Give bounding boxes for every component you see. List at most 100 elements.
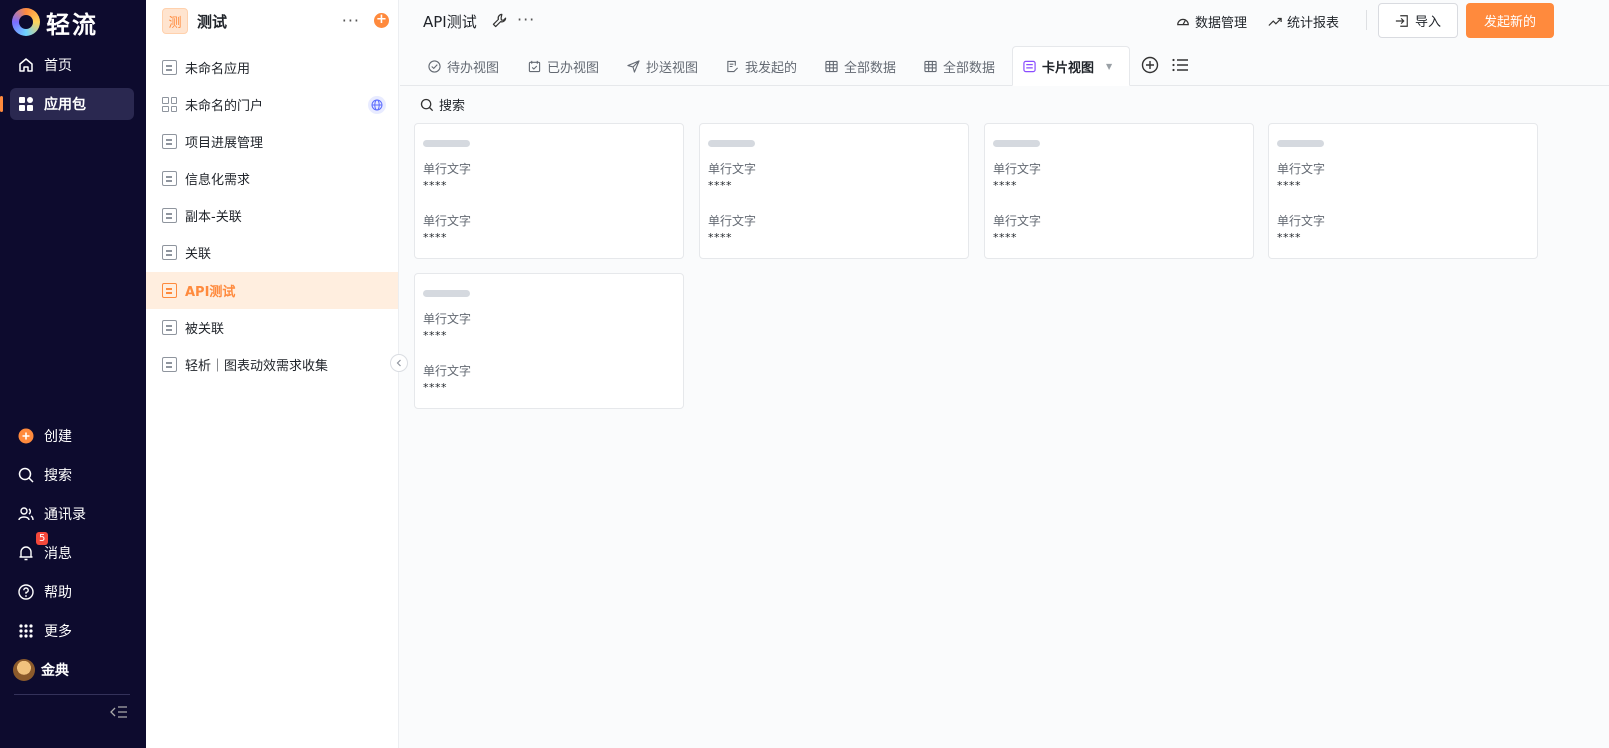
reports-label: 统计报表 [1287,16,1340,31]
nav-item-profile[interactable]: 金典 [10,654,134,686]
tab-label: 全部数据 [943,60,996,76]
nav-item-label: 帮助 [44,585,72,601]
search-label: 搜索 [439,99,466,114]
field-label: 单行文字 [993,162,1042,176]
nav-divider [14,694,130,695]
field-label: 单行文字 [708,214,757,228]
add-view-icon[interactable] [1141,56,1159,78]
tab-done[interactable]: 已办视图 [518,46,609,86]
app-item-portal[interactable]: 未命名的门户 [146,86,398,123]
grid-icon [18,96,34,112]
wrench-icon[interactable] [492,13,507,32]
add-app-button[interactable]: + [374,13,389,28]
search-icon [420,98,434,111]
tab-all-data[interactable]: 全部数据 [815,46,906,86]
form-icon [162,320,177,335]
app-item[interactable]: 项目进展管理 [146,123,398,160]
brand-logo[interactable]: 轻流 [12,6,98,39]
record-card[interactable]: 单行文字 **** 单行文字 **** [699,123,969,259]
nav-item-app-package[interactable]: 应用包 [0,88,134,120]
avatar [13,659,35,681]
collapse-nav-icon[interactable] [110,704,128,720]
tab-label: 已办视图 [547,60,600,76]
home-icon [18,57,34,73]
field-label: 单行文字 [993,214,1042,228]
app-item-label: 信息化需求 [185,173,251,188]
app-item[interactable]: 信息化需求 [146,160,398,197]
nav-item-search[interactable]: 搜索 [10,459,134,491]
tab-label: 待办视图 [447,60,500,76]
app-item-label: 项目进展管理 [185,136,264,151]
tab-initiated[interactable]: 我发起的 [716,46,807,86]
field-value: **** [423,179,447,192]
caret-down-icon[interactable]: ▼ [1106,62,1112,71]
field-value: **** [708,231,732,244]
app-item-label: 未命名应用 [185,62,251,77]
record-card[interactable]: 单行文字 **** 单行文字 **** [1268,123,1538,259]
app-item[interactable]: 轻析｜图表动效需求收集 [146,346,398,383]
view-list-icon[interactable] [1171,56,1189,78]
form-icon [162,60,177,75]
app-package-title: 测试 [197,12,228,31]
nav-item-home[interactable]: 首页 [10,49,134,81]
record-card[interactable]: 单行文字 **** 单行文字 **** [984,123,1254,259]
reports-link[interactable]: 统计报表 [1268,12,1339,31]
start-new-button[interactable]: 发起新的 [1466,3,1554,38]
search-button[interactable]: 搜索 [420,95,465,114]
card-title-placeholder [993,140,1040,147]
check-circle-icon [428,59,441,73]
tab-label: 抄送视图 [646,60,699,76]
tab-label: 全部数据 [844,60,897,76]
nav-item-label: 通讯录 [44,507,86,523]
view-tabs: 待办视图 已办视图 抄送视图 我发起的 全部数据 全部数据 卡片视图 ▼ [400,46,1609,86]
app-item[interactable]: 未命名应用 [146,49,398,86]
app-item-active[interactable]: API测试 [146,272,398,309]
user-name: 金典 [41,663,69,679]
app-item[interactable]: 副本-关联 [146,197,398,234]
card-title-placeholder [708,140,755,147]
field-value: **** [993,179,1017,192]
app-package-icon: 测 [162,8,188,34]
field-value: **** [1277,179,1301,192]
dots-grid-icon [18,623,34,639]
field-label: 单行文字 [423,312,472,326]
tab-all-data-2[interactable]: 全部数据 [914,46,1005,86]
record-card[interactable]: 单行文字 **** 单行文字 **** [414,273,684,409]
nav-item-label: 搜索 [44,468,72,484]
field-value: **** [423,329,447,342]
app-item[interactable]: 关联 [146,234,398,271]
tab-card-view[interactable]: 卡片视图 ▼ [1012,46,1130,86]
more-options-icon[interactable]: ··· [517,10,535,29]
card-title-placeholder [1277,140,1324,147]
tab-cc[interactable]: 抄送视图 [617,46,708,86]
header-divider [1366,10,1367,30]
import-button[interactable]: 导入 [1378,3,1458,38]
field-value: **** [423,381,447,394]
nav-item-messages[interactable]: 5 消息 [10,532,134,569]
more-options-icon[interactable]: ··· [342,11,360,30]
data-manage-link[interactable]: 数据管理 [1176,12,1247,31]
field-label: 单行文字 [1277,162,1326,176]
page-title: API测试 [423,13,477,31]
nav-item-create[interactable]: 创建 [10,420,134,452]
tab-label: 我发起的 [745,60,798,76]
nav-item-more[interactable]: 更多 [10,615,134,647]
form-icon [162,208,177,223]
bell-icon [18,545,34,561]
form-icon [162,245,177,260]
globe-icon[interactable] [368,96,386,114]
tab-label: 卡片视图 [1042,60,1095,76]
field-label: 单行文字 [423,214,472,228]
field-label: 单行文字 [708,162,757,176]
record-card[interactable]: 单行文字 **** 单行文字 **** [414,123,684,259]
main-content: API测试 ··· 数据管理 统计报表 导入 发起新的 待办视图 已办视图 抄送… [400,0,1609,748]
nav-item-help[interactable]: 帮助 [10,576,134,608]
nav-item-label: 首页 [44,58,72,74]
table-icon [924,60,937,72]
tab-todo[interactable]: 待办视图 [418,46,509,86]
app-item[interactable]: 被关联 [146,309,398,346]
field-label: 单行文字 [423,162,472,176]
nav-item-contacts[interactable]: 通讯录 [10,498,134,530]
main-nav: 轻流 首页 应用包 创建 搜索 通讯录 5 消息 帮助 更多 金典 [0,0,146,748]
app-item-label: 被关联 [185,322,225,337]
